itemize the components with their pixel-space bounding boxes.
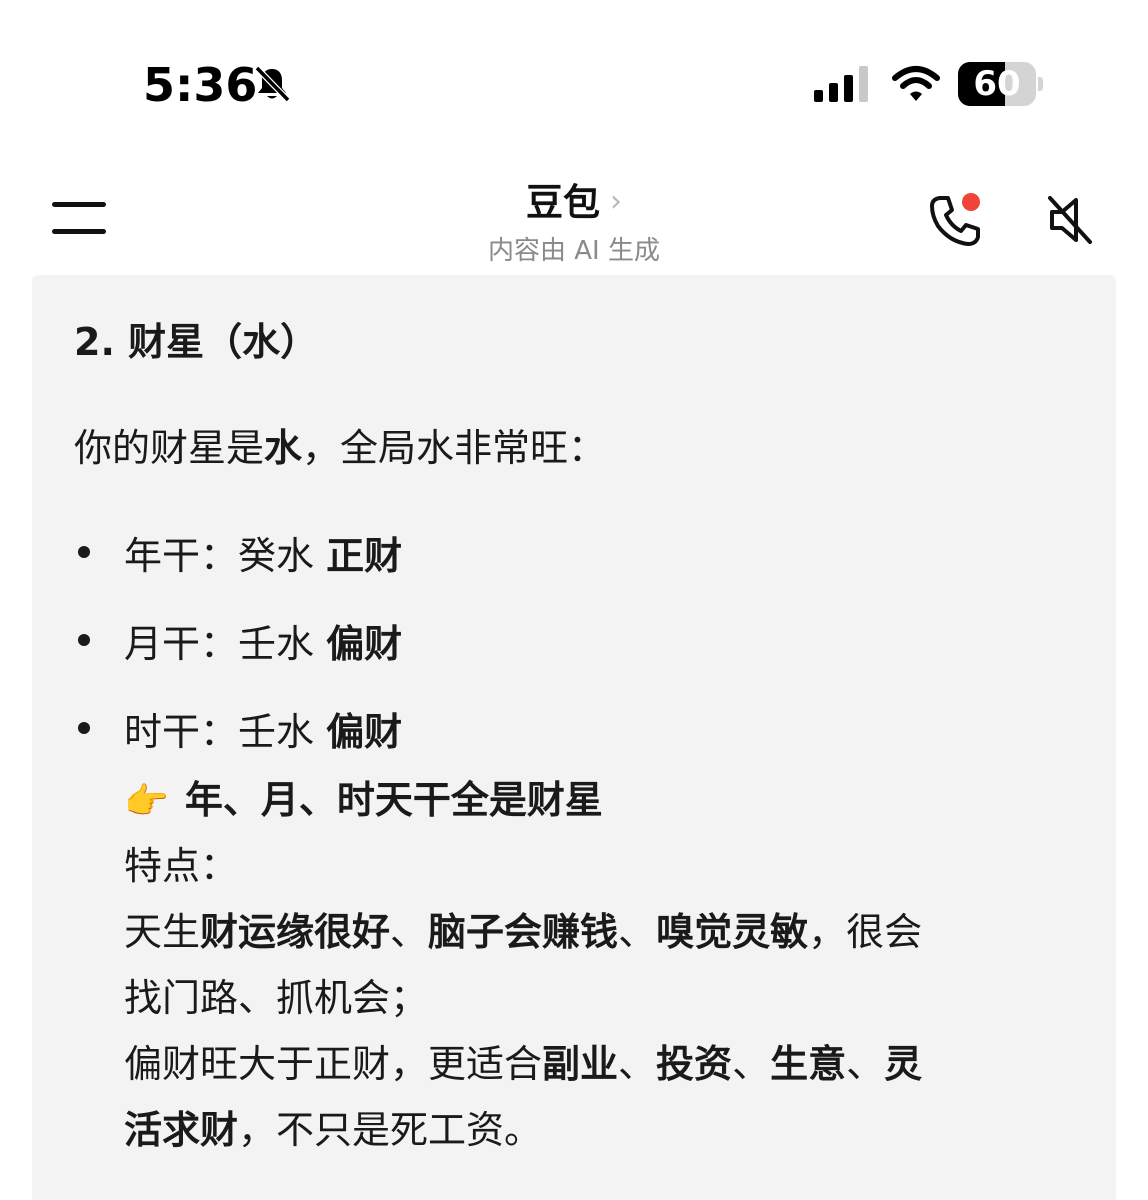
- features-label: 特点：: [124, 844, 239, 888]
- chevron-right-icon[interactable]: ›: [610, 184, 622, 219]
- chat-title[interactable]: 豆包: [526, 172, 600, 226]
- section-heading: 2. 财星（水）: [74, 320, 319, 364]
- features-line-4: 活求财，不只是死工资。: [124, 1108, 543, 1152]
- list-item-hour-stem: 时干：壬水 偏财: [124, 710, 403, 754]
- features-line-2: 找门路、抓机会；: [124, 976, 429, 1020]
- bullet-dot: [78, 722, 90, 734]
- bell-off-icon: [254, 65, 291, 103]
- battery-icon: 60: [958, 62, 1044, 106]
- pointer-line: 👉 年、月、时天干全是财星: [124, 778, 603, 822]
- features-line-1: 天生财运缘很好、脑子会赚钱、嗅觉灵敏，很会: [124, 910, 923, 954]
- bullet-dot: [78, 634, 90, 646]
- features-line-3: 偏财旺大于正财，更适合副业、投资、生意、灵: [124, 1042, 923, 1086]
- list-item-year-stem: 年干：癸水 正财: [124, 534, 403, 578]
- phone-icon[interactable]: [926, 190, 986, 250]
- list-item-month-stem: 月干：壬水 偏财: [124, 622, 403, 666]
- bullet-dot: [78, 546, 90, 558]
- battery-percentage: 60: [973, 64, 1021, 104]
- mute-icon[interactable]: [1044, 194, 1096, 246]
- call-notification-dot: [962, 193, 980, 211]
- wifi-icon: [892, 66, 940, 101]
- pointing-hand-icon: 👉: [124, 781, 169, 822]
- status-time: 5:36: [143, 58, 258, 112]
- status-bar: 5:36 60: [0, 0, 1148, 150]
- chat-header: 豆包 › 内容由 AI 生成: [0, 150, 1148, 275]
- intro-paragraph: 你的财星是水，全局水非常旺：: [74, 426, 607, 470]
- assistant-message: 2. 财星（水） 你的财星是水，全局水非常旺： 年干：癸水 正财 月干：壬水 偏…: [32, 275, 1116, 1200]
- signal-icon: [814, 66, 868, 102]
- battery-cap: [1038, 77, 1043, 91]
